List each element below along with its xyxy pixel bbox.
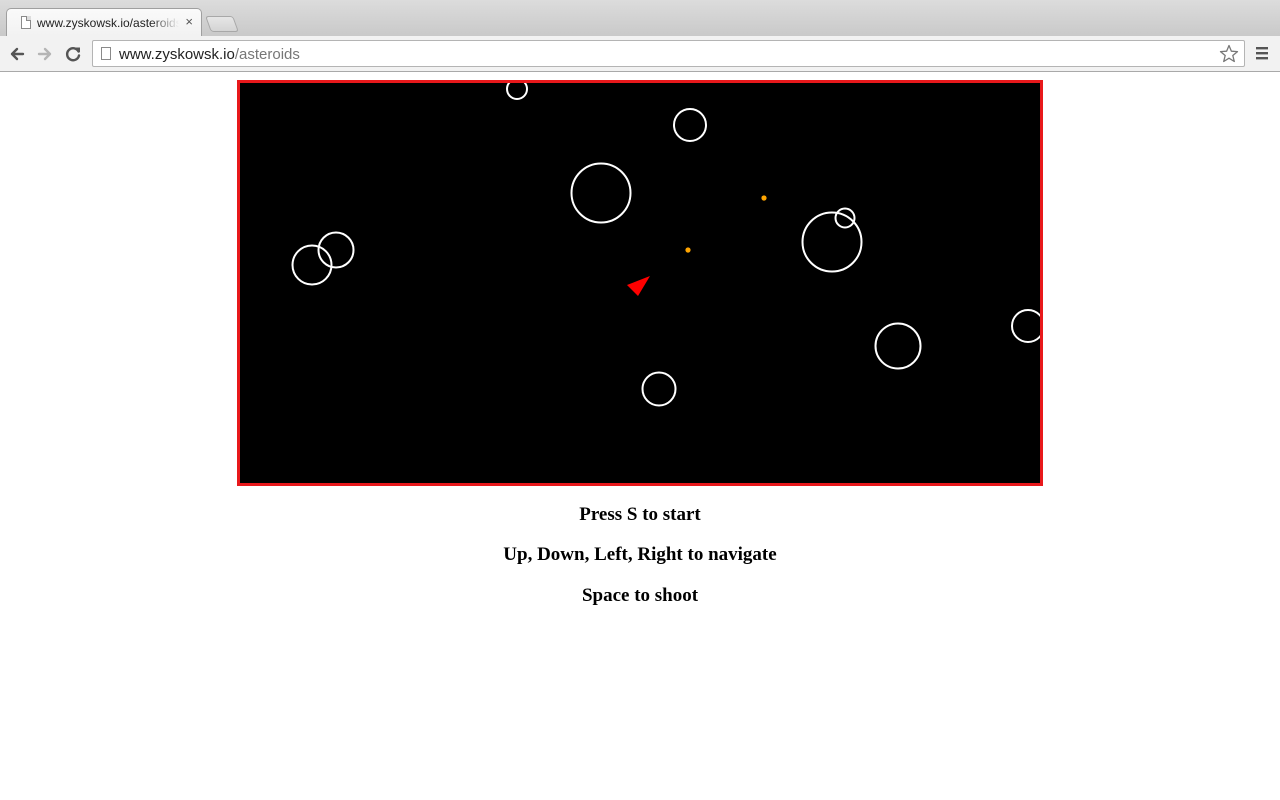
new-tab-button[interactable] [205, 16, 239, 32]
forward-button[interactable] [34, 43, 56, 65]
page-icon [101, 47, 111, 60]
asteroid [874, 322, 922, 370]
forward-arrow-icon [37, 47, 52, 61]
address-bar[interactable]: www.zyskowsk.io/asteroids [92, 40, 1245, 67]
navigate-instruction: Up, Down, Left, Right to navigate [503, 544, 777, 565]
asteroid [1011, 309, 1040, 343]
page-favicon-icon [21, 16, 31, 29]
browser-tab[interactable]: www.zyskowsk.io/asteroids × [6, 8, 202, 36]
bookmark-star-icon[interactable] [1218, 43, 1240, 70]
menu-icon[interactable] [1255, 44, 1271, 67]
game-field [291, 83, 1040, 407]
asteroid [834, 207, 856, 229]
shoot-instruction: Space to shoot [581, 585, 699, 606]
url-text[interactable]: www.zyskowsk.io/asteroids [119, 46, 300, 63]
browser-toolbar: www.zyskowsk.io/asteroids [0, 36, 1280, 72]
asteroid [673, 108, 707, 142]
url-path: /asteroids [234, 46, 300, 63]
tab-strip: www.zyskowsk.io/asteroids × [0, 0, 1280, 36]
url-host: www.zyskowsk.io [119, 46, 235, 63]
reload-button[interactable] [62, 43, 84, 65]
reload-icon [65, 47, 81, 62]
player-ship [627, 276, 650, 296]
back-arrow-icon [10, 47, 25, 61]
bullet [685, 247, 691, 253]
asteroid [801, 211, 863, 273]
asteroid [506, 83, 528, 100]
tab-close-icon[interactable]: × [185, 14, 193, 30]
asteroid [570, 162, 632, 224]
start-instruction: Press S to start [579, 504, 701, 525]
game-canvas[interactable] [237, 80, 1043, 486]
tab-title: www.zyskowsk.io/asteroids [37, 16, 179, 30]
bullet [761, 195, 767, 201]
back-button[interactable] [6, 43, 28, 65]
asteroid [641, 371, 677, 407]
